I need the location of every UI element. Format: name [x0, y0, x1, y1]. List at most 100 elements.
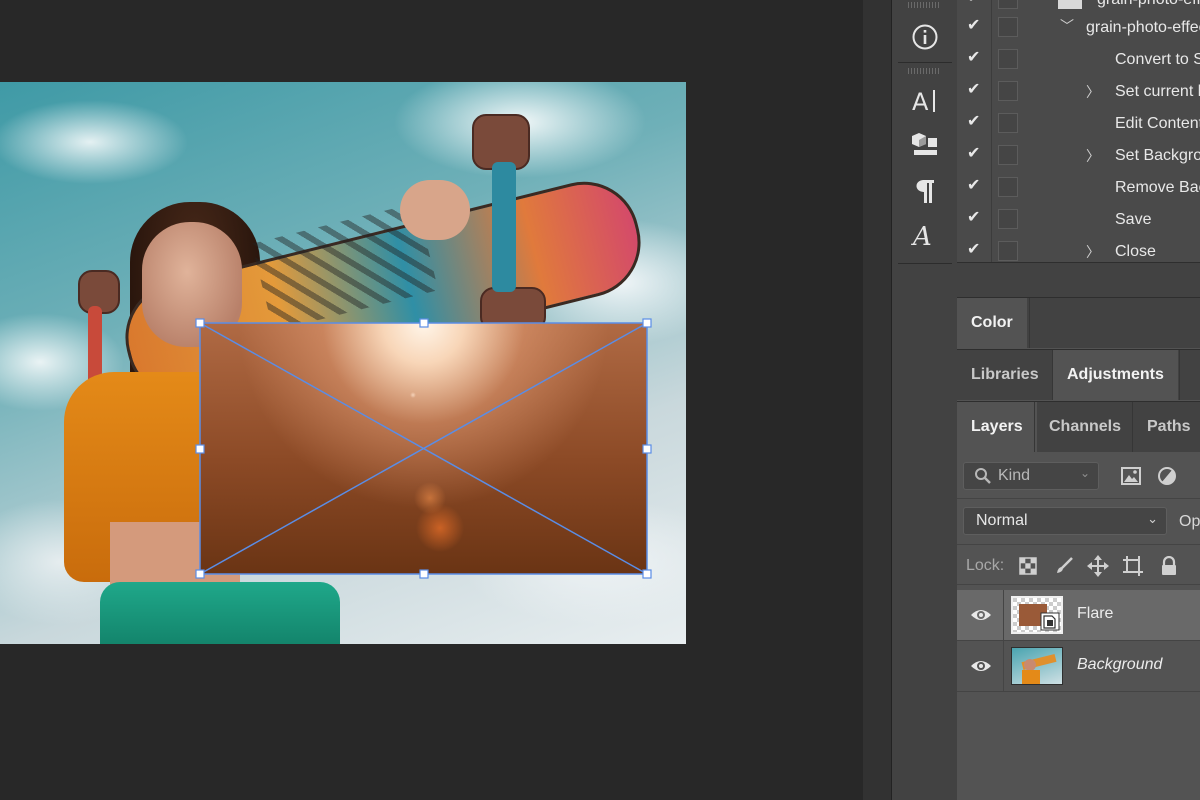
- tab-adjustments[interactable]: Adjustments: [1053, 350, 1178, 400]
- blend-mode-value: Normal: [976, 512, 1028, 529]
- action-dialog-toggle[interactable]: [998, 0, 1018, 9]
- action-label: Set Backgro: [1115, 147, 1200, 164]
- layers-divider: [957, 498, 1200, 499]
- action-label: grain-photo-effect: [1097, 0, 1200, 9]
- layers-divider: [957, 691, 1200, 692]
- layers-divider: [957, 544, 1200, 545]
- action-dialog-toggle[interactable]: [998, 17, 1018, 37]
- flare-layer-content[interactable]: [200, 323, 647, 574]
- blend-mode-select[interactable]: Normal ⌄: [963, 507, 1167, 535]
- transform-handle-bottom-left[interactable]: [195, 569, 205, 579]
- action-set-folder-icon: [1058, 0, 1082, 9]
- action-enabled-checkmark[interactable]: ✔: [967, 50, 983, 66]
- action-enabled-checkmark[interactable]: ✔: [967, 114, 983, 130]
- action-enabled-checkmark[interactable]: ✔: [967, 82, 983, 98]
- libraries-panel-tabs: Libraries Adjustments: [957, 349, 1200, 400]
- transform-handle-top-right[interactable]: [642, 318, 652, 328]
- action-row[interactable]: ✔ Edit Content: [957, 108, 1200, 140]
- lock-brush-icon[interactable]: [1052, 554, 1076, 578]
- chevron-right-icon[interactable]: 〉: [1086, 146, 1100, 166]
- layer-name[interactable]: Flare: [1077, 605, 1113, 623]
- action-row[interactable]: ✔ 〉 Set Backgro: [957, 140, 1200, 172]
- layer-thumbnail-flare: [1011, 596, 1063, 634]
- transform-handle-bottom-right[interactable]: [642, 569, 652, 579]
- action-row[interactable]: ✔ Convert to S: [957, 44, 1200, 76]
- tab-channels[interactable]: Channels: [1035, 402, 1135, 452]
- transform-handle-top-left[interactable]: [195, 318, 205, 328]
- layer-filter-kind-select[interactable]: Kind ⌄: [963, 462, 1099, 490]
- photo-subject-hand: [400, 180, 470, 240]
- svg-text:A: A: [911, 222, 932, 250]
- chevron-down-icon: ⌄: [1079, 466, 1090, 480]
- character-icon[interactable]: A: [908, 84, 942, 118]
- action-row[interactable]: ✔ ﹀ grain-photo-effect: [957, 12, 1200, 44]
- action-dialog-toggle[interactable]: [998, 113, 1018, 133]
- action-column-divider: [991, 236, 992, 262]
- action-label: Convert to S: [1115, 51, 1200, 68]
- lock-all-icon[interactable]: [1157, 554, 1181, 578]
- action-row[interactable]: ✔ Remove Bac: [957, 172, 1200, 204]
- action-enabled-checkmark[interactable]: ✔: [967, 242, 983, 258]
- actions-panel: ✔ grain-photo-effect ✔ ﹀ grain-photo-eff…: [957, 0, 1200, 262]
- lock-artboard-icon[interactable]: [1121, 554, 1145, 578]
- paragraph-icon[interactable]: [908, 174, 942, 208]
- action-row[interactable]: ✔ 〉 Close: [957, 236, 1200, 262]
- action-row[interactable]: ✔ Save: [957, 204, 1200, 236]
- tab-divider: [1029, 298, 1030, 348]
- chevron-down-icon: ⌄: [1147, 511, 1158, 526]
- info-icon[interactable]: [908, 20, 942, 54]
- chevron-down-icon[interactable]: ﹀: [1060, 16, 1074, 36]
- chevron-right-icon[interactable]: 〉: [1086, 82, 1100, 102]
- tab-color[interactable]: Color: [957, 298, 1027, 348]
- action-label: Save: [1115, 211, 1152, 228]
- photo-subject-pants: [100, 582, 340, 644]
- action-dialog-toggle[interactable]: [998, 241, 1018, 261]
- document-canvas[interactable]: [0, 0, 863, 800]
- dock-divider: [898, 62, 952, 63]
- tab-layers[interactable]: Layers: [957, 402, 1037, 452]
- image-filter-icon[interactable]: [1119, 464, 1143, 488]
- action-dialog-toggle[interactable]: [998, 177, 1018, 197]
- action-dialog-toggle[interactable]: [998, 81, 1018, 101]
- layers-panel: Kind ⌄ Normal ⌄ Op Lock: Flare Backgroun…: [957, 452, 1200, 800]
- tab-paths[interactable]: Paths: [1133, 402, 1200, 452]
- lock-move-icon[interactable]: [1086, 554, 1110, 578]
- action-column-divider: [991, 108, 992, 140]
- layer-row-flare[interactable]: Flare: [957, 590, 1200, 640]
- action-enabled-checkmark[interactable]: ✔: [967, 210, 983, 226]
- transform-handle-bottom[interactable]: [419, 569, 429, 579]
- action-enabled-checkmark[interactable]: ✔: [967, 18, 983, 34]
- layer-column-divider: [1003, 590, 1004, 640]
- panel-gutter: [863, 0, 891, 800]
- chevron-right-icon[interactable]: 〉: [1086, 242, 1100, 262]
- transform-handle-top[interactable]: [419, 318, 429, 328]
- glyphs-icon[interactable]: A: [908, 218, 942, 252]
- opacity-label: Op: [1179, 513, 1200, 530]
- action-label: Set current l: [1115, 83, 1200, 100]
- action-label: Edit Content: [1115, 115, 1200, 132]
- lock-label: Lock:: [966, 557, 1005, 574]
- color-panel-tabs: Color: [957, 297, 1200, 348]
- search-icon: [974, 467, 992, 490]
- layer-row-background[interactable]: Background: [957, 641, 1200, 691]
- dock-grip[interactable]: [908, 68, 940, 74]
- action-dialog-toggle[interactable]: [998, 145, 1018, 165]
- transform-handle-left[interactable]: [195, 444, 205, 454]
- action-column-divider: [991, 204, 992, 236]
- lock-transparent-icon[interactable]: [1016, 554, 1040, 578]
- action-dialog-toggle[interactable]: [998, 49, 1018, 69]
- action-enabled-checkmark[interactable]: ✔: [967, 0, 983, 6]
- layer-name[interactable]: Background: [1077, 656, 1162, 674]
- action-row[interactable]: ✔ 〉 Set current l: [957, 76, 1200, 108]
- layer-filter-kind-label: Kind: [998, 467, 1031, 484]
- dock-grip[interactable]: [908, 2, 940, 8]
- eye-icon[interactable]: [970, 605, 992, 625]
- tab-libraries[interactable]: Libraries: [957, 350, 1053, 400]
- adjustment-filter-icon[interactable]: [1155, 464, 1179, 488]
- action-dialog-toggle[interactable]: [998, 209, 1018, 229]
- eye-icon[interactable]: [970, 656, 992, 676]
- 3d-object-icon[interactable]: [908, 128, 942, 162]
- action-enabled-checkmark[interactable]: ✔: [967, 178, 983, 194]
- transform-handle-right[interactable]: [642, 444, 652, 454]
- action-enabled-checkmark[interactable]: ✔: [967, 146, 983, 162]
